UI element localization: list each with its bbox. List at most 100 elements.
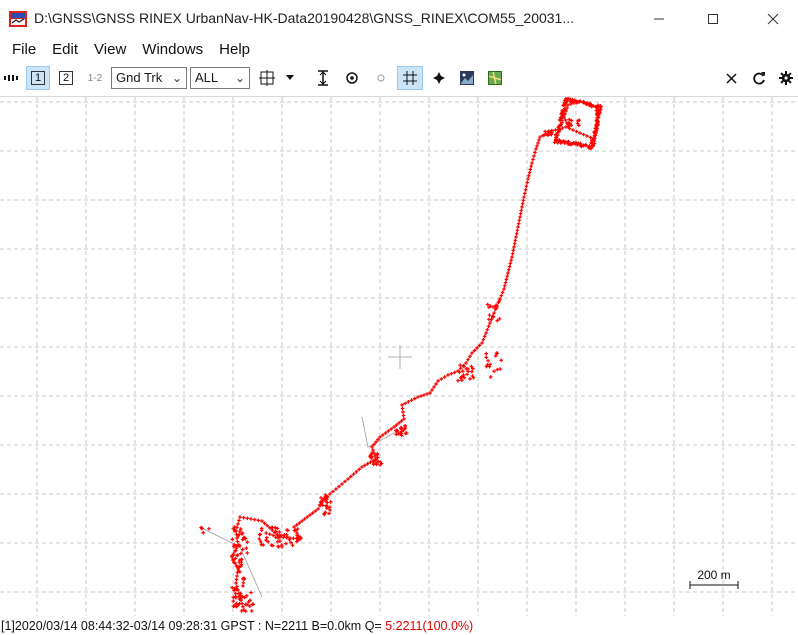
track-point	[518, 211, 523, 216]
clear-button[interactable]	[720, 66, 742, 90]
track-point	[249, 590, 253, 595]
track-point	[452, 370, 457, 375]
title-bar: D:\GNSS\GNSS RINEX UrbanNav-HK-Data20190…	[0, 0, 798, 38]
minimize-button[interactable]	[636, 0, 682, 38]
window-title: D:\GNSS\GNSS RINEX UrbanNav-HK-Data20190…	[34, 10, 575, 26]
track-point	[504, 277, 509, 282]
maximize-button[interactable]	[690, 0, 736, 38]
status-text: [1]2020/03/14 08:44:32-03/14 09:28:31 GP…	[1, 619, 386, 633]
track-point	[571, 128, 575, 132]
menu-help[interactable]: Help	[211, 38, 258, 62]
close-window-button[interactable]	[750, 0, 796, 38]
track-point	[527, 174, 531, 178]
menu-edit[interactable]: Edit	[44, 38, 86, 62]
show-grid-button[interactable]	[397, 66, 423, 90]
settings-icon	[779, 71, 793, 85]
satellite-filter-select[interactable]: ALL ⌄	[190, 67, 250, 89]
track-points	[199, 97, 603, 614]
track-point	[532, 154, 536, 158]
track-point	[500, 290, 505, 295]
plot-canvas[interactable]: 200 m	[0, 97, 798, 616]
track-point	[486, 359, 490, 363]
chevron-down-icon: ⌄	[234, 71, 245, 85]
show-points-button[interactable]	[370, 66, 392, 90]
track-point	[456, 378, 460, 383]
track-point	[508, 261, 513, 266]
ground-track-plot[interactable]: 200 m	[0, 96, 798, 616]
track-point	[267, 532, 272, 536]
solution-2-button[interactable]: 2	[54, 66, 78, 90]
solution-2-label: 2	[59, 71, 73, 85]
track-point	[328, 500, 333, 504]
track-point	[234, 581, 238, 585]
track-point	[530, 161, 534, 165]
track-point	[509, 258, 513, 262]
track-point	[406, 400, 411, 404]
track-point	[488, 375, 493, 379]
dot-icon	[377, 74, 385, 82]
track-point	[527, 170, 532, 175]
track-point	[502, 287, 506, 291]
show-marker-button[interactable]	[428, 66, 450, 90]
track-path-segment	[199, 526, 263, 598]
track-point	[499, 358, 503, 363]
center-origin-button[interactable]	[256, 66, 278, 90]
minimize-icon	[654, 18, 664, 20]
track-point	[230, 537, 235, 542]
center-icon	[259, 70, 275, 86]
track-point	[487, 317, 491, 322]
track-point	[245, 516, 250, 521]
track-point	[241, 581, 246, 585]
track-point	[485, 327, 490, 332]
pause-button[interactable]	[2, 66, 20, 90]
plot-center-cross	[388, 345, 412, 369]
track-point	[403, 424, 407, 428]
dropdown-arrow-icon	[286, 75, 294, 80]
grid-icon	[403, 71, 417, 85]
show-origin-button[interactable]	[341, 66, 363, 90]
vertical-range-icon	[318, 70, 328, 86]
track-point	[284, 541, 288, 546]
track-point	[499, 293, 504, 298]
show-image-button[interactable]	[456, 66, 478, 90]
refresh-button[interactable]	[748, 66, 770, 90]
track-point	[510, 251, 515, 256]
track-point	[492, 369, 496, 374]
track-point	[241, 604, 245, 609]
fit-vertical-button[interactable]	[312, 66, 334, 90]
track-point	[524, 184, 529, 188]
solution-1-2-button[interactable]: 1-2	[82, 66, 108, 90]
track-point	[468, 377, 472, 381]
track-point	[465, 372, 469, 377]
settings-button[interactable]	[775, 66, 797, 90]
track-point	[512, 241, 517, 246]
menu-bar: File Edit View Windows Help	[0, 38, 798, 62]
track-point	[581, 132, 586, 137]
track-point	[241, 584, 245, 588]
show-map-button[interactable]	[484, 66, 506, 90]
track-point	[482, 334, 487, 339]
track-point	[484, 355, 489, 360]
track-point	[523, 191, 527, 196]
menu-file[interactable]: File	[4, 38, 44, 62]
track-point	[517, 218, 522, 223]
track-point	[201, 530, 206, 535]
track-point	[442, 375, 447, 379]
menu-view[interactable]: View	[86, 38, 134, 62]
track-point	[528, 167, 533, 172]
track-point	[277, 530, 282, 534]
track-point	[516, 225, 520, 229]
track-point	[461, 369, 465, 373]
status-quality: 5:2211(100.0%)	[385, 619, 474, 633]
menu-windows[interactable]: Windows	[134, 38, 211, 62]
chevron-down-icon: ⌄	[171, 71, 182, 85]
solution-1-button[interactable]: 1	[26, 66, 50, 90]
track-point	[238, 515, 242, 519]
track-point	[506, 271, 510, 275]
plot-type-select[interactable]: Gnd Trk ⌄	[111, 67, 187, 89]
track-point	[522, 195, 526, 199]
map-icon	[488, 71, 502, 85]
track-point	[236, 522, 240, 526]
center-dropdown-button[interactable]	[282, 66, 298, 90]
track-point	[516, 221, 521, 226]
